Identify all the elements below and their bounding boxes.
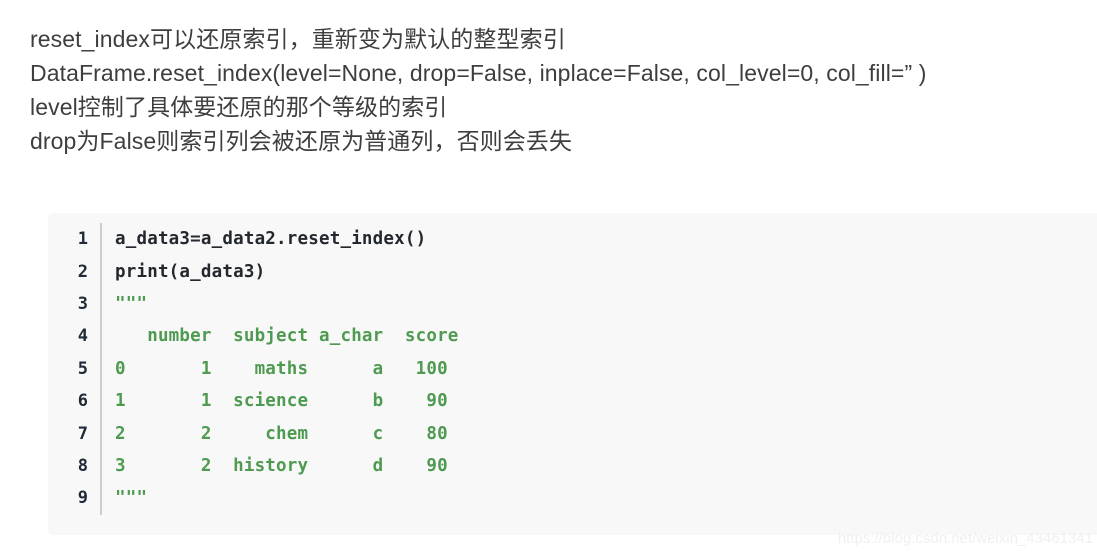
line-number: 3 — [48, 287, 102, 321]
line-number: 9 — [48, 482, 102, 515]
code-line-text[interactable]: number subject a_char score — [101, 320, 1097, 352]
prose-line-2: DataFrame.reset_index(level=None, drop=F… — [30, 60, 927, 86]
code-line-text[interactable]: 0 1 maths a 100 — [101, 353, 1097, 385]
code-line-text[interactable]: """ — [101, 288, 1097, 320]
code-line-row: 6 1 1 science b 90 — [48, 384, 1097, 418]
line-number: 2 — [48, 255, 102, 288]
line-number: 8 — [48, 449, 102, 483]
explanation-text-block: reset_index可以还原索引，重新变为默认的整型索引 DataFrame.… — [30, 22, 1070, 158]
line-number: 7 — [48, 417, 102, 450]
code-line-row: 5 0 1 maths a 100 — [48, 352, 1097, 385]
code-line-text[interactable]: 1 1 science b 90 — [101, 385, 1097, 417]
code-line-text[interactable]: """ — [101, 482, 1097, 514]
code-line-row: 3 """ — [48, 287, 1097, 321]
line-number: 4 — [48, 320, 102, 353]
code-line-row: 7 2 2 chem c 80 — [48, 417, 1097, 450]
code-line-text[interactable]: 2 2 chem c 80 — [101, 417, 1097, 449]
prose-line-3: level控制了具体要还原的那个等级的索引 — [30, 94, 448, 120]
code-line-row: 1 a_data3=a_data2.reset_index() — [48, 223, 1097, 256]
code-line-text[interactable]: a_data3=a_data2.reset_index() — [101, 223, 1097, 255]
line-number: 5 — [48, 352, 102, 385]
code-line-text[interactable]: 3 2 history d 90 — [101, 450, 1097, 482]
code-block[interactable]: 1 a_data3=a_data2.reset_index() 2 print(… — [48, 213, 1097, 535]
prose-line-1: reset_index可以还原索引，重新变为默认的整型索引 — [30, 26, 566, 52]
code-line-row: 9 """ — [48, 482, 1097, 515]
code-lines-table: 1 a_data3=a_data2.reset_index() 2 print(… — [48, 223, 1097, 515]
code-line-row: 8 3 2 history d 90 — [48, 449, 1097, 483]
code-line-row: 4 number subject a_char score — [48, 320, 1097, 353]
line-number: 1 — [48, 223, 102, 256]
prose-line-4: drop为False则索引列会被还原为普通列，否则会丢失 — [30, 128, 573, 154]
code-line-row: 2 print(a_data3) — [48, 255, 1097, 288]
line-number: 6 — [48, 384, 102, 418]
watermark: https://blog.csdn.net/weixin_43461341 — [837, 530, 1093, 547]
code-line-text[interactable]: print(a_data3) — [101, 255, 1097, 287]
